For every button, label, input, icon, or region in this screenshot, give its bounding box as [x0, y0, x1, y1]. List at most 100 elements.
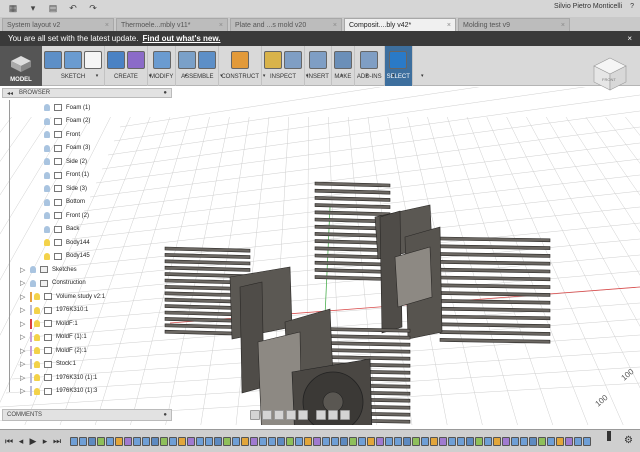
timeline-feature[interactable] — [376, 436, 384, 446]
heatsink-fin[interactable] — [164, 246, 251, 253]
toolbar-group-label[interactable]: ADD-INS — [357, 74, 382, 80]
app-menu-icon[interactable]: ▦ — [6, 2, 20, 16]
collapse-icon[interactable]: ◂◂ — [7, 90, 13, 97]
timeline-feature[interactable] — [466, 436, 474, 446]
browser-body-item[interactable]: Bottom — [44, 197, 85, 208]
visibility-bulb-icon[interactable] — [44, 104, 50, 111]
heatsink-fin[interactable] — [439, 252, 551, 258]
comments-pin-icon[interactable]: ● — [163, 412, 167, 418]
chevron-down-icon[interactable]: ▾ — [96, 73, 99, 79]
timeline-feature[interactable] — [232, 436, 240, 446]
go-to-end-icon[interactable]: ⏭ — [52, 436, 62, 446]
measure-icon[interactable] — [264, 51, 283, 69]
expand-icon[interactable]: ▷ — [20, 387, 28, 395]
timeline-feature[interactable] — [313, 436, 321, 446]
workspace-switcher[interactable]: MODEL — [0, 46, 42, 86]
visibility-bulb-icon[interactable] — [34, 333, 40, 341]
visibility-bulb-icon[interactable] — [30, 266, 36, 273]
heatsink-fin[interactable] — [314, 210, 391, 217]
timeline-feature[interactable] — [133, 436, 141, 446]
close-icon[interactable]: × — [333, 22, 337, 29]
browser-component-item[interactable]: ▷ Stock:1 — [20, 359, 76, 370]
heatsink-fin[interactable] — [314, 268, 391, 274]
toolbar-group-assemble[interactable]: ASSEMBLE ▾ — [176, 46, 223, 86]
timeline-feature[interactable] — [241, 436, 249, 446]
tab-2[interactable]: Plate and ...s mold v20 × — [230, 18, 342, 31]
timeline-feature[interactable] — [151, 436, 159, 446]
timeline-feature[interactable] — [430, 436, 438, 446]
3d-print-icon[interactable] — [333, 51, 352, 69]
browser-body-item[interactable]: Foam (3) — [44, 143, 90, 154]
tab-3[interactable]: Composit....bly v42* × — [344, 18, 456, 31]
sketch-pencil-icon[interactable] — [44, 51, 62, 69]
timeline-feature[interactable] — [349, 436, 357, 446]
chevron-down-icon[interactable]: ▾ — [421, 73, 424, 79]
timeline-feature[interactable] — [97, 436, 105, 446]
visibility-bulb-icon[interactable] — [30, 279, 36, 287]
chevron-down-icon[interactable]: ▾ — [306, 73, 309, 79]
visibility-bulb-icon[interactable] — [44, 117, 50, 125]
close-icon[interactable]: × — [561, 22, 565, 29]
timeline-feature[interactable] — [259, 436, 267, 446]
timeline-feature[interactable] — [169, 436, 177, 446]
tab-4[interactable]: Molding test v9 × — [458, 18, 570, 31]
timeline-feature[interactable] — [124, 436, 132, 446]
comments-panel[interactable]: COMMENTS ● — [2, 409, 172, 421]
expand-icon[interactable]: ▷ — [20, 333, 28, 341]
toolbar-group-select[interactable]: SELECT ▾ — [384, 46, 424, 86]
heatsink-fin[interactable] — [439, 291, 551, 297]
timeline-feature[interactable] — [583, 436, 591, 446]
step-back-icon[interactable]: ◂ — [16, 436, 26, 446]
browser-header[interactable]: ◂◂ BROWSER ● — [2, 88, 172, 98]
timeline-feature[interactable] — [304, 436, 312, 446]
timeline-feature[interactable] — [367, 436, 375, 446]
timeline-feature[interactable] — [79, 436, 87, 446]
visibility-bulb-icon[interactable] — [34, 360, 40, 368]
heatsink-fin[interactable] — [164, 253, 251, 259]
visibility-bulb-icon[interactable] — [44, 158, 50, 165]
chevron-down-icon[interactable]: ▾ — [366, 73, 369, 79]
timeline-feature[interactable] — [421, 436, 429, 446]
timeline-feature[interactable] — [502, 436, 510, 446]
timeline-feature[interactable] — [115, 436, 123, 446]
timeline-feature[interactable] — [322, 436, 330, 446]
timeline-feature[interactable] — [214, 436, 222, 446]
timeline-marker[interactable] — [607, 431, 611, 441]
visibility-bulb-icon[interactable] — [34, 293, 40, 300]
as-built-icon[interactable] — [198, 51, 217, 69]
browser-body-item[interactable]: Front — [44, 129, 80, 140]
redo-icon[interactable]: ↷ — [86, 2, 100, 16]
timeline-feature[interactable] — [574, 436, 582, 446]
zoom-icon[interactable] — [286, 410, 296, 420]
toolbar-group-add-ins[interactable]: ADD-INS ▾ — [355, 46, 395, 86]
toolbar-group-label[interactable]: CONSTRUCT — [221, 74, 259, 80]
timeline-feature[interactable] — [385, 436, 393, 446]
timeline-feature[interactable] — [178, 436, 186, 446]
browser-component-item[interactable]: ▷ MoldF (2):1 — [20, 345, 87, 356]
orbit-icon[interactable] — [250, 410, 260, 420]
expand-icon[interactable]: ▷ — [20, 320, 28, 328]
toolbar-group-modify[interactable]: MODIFY ▾ — [148, 46, 187, 86]
heatsink-fin[interactable] — [439, 322, 551, 328]
visibility-bulb-icon[interactable] — [44, 131, 50, 138]
timeline-feature[interactable] — [70, 436, 78, 446]
browser-body-item[interactable]: Body144 — [44, 237, 90, 248]
toolbar-group-construct[interactable]: CONSTRUCT ▾ — [219, 46, 265, 86]
heatsink-fin[interactable] — [314, 188, 391, 195]
browser-body-item[interactable]: Back — [44, 224, 79, 235]
toolbar-group-insert[interactable]: INSERT ▾ — [305, 46, 343, 86]
toolbar-group-label[interactable]: INSPECT — [270, 74, 296, 80]
insert-mesh-icon[interactable] — [308, 51, 327, 69]
visibility-bulb-icon[interactable] — [44, 239, 50, 246]
undo-icon[interactable]: ↶ — [66, 2, 80, 16]
visibility-bulb-icon[interactable] — [44, 252, 50, 260]
timeline-feature[interactable] — [448, 436, 456, 446]
timeline-feature[interactable] — [475, 436, 483, 446]
browser-body-item[interactable]: Foam (1) — [44, 102, 90, 113]
timeline-feature[interactable] — [196, 436, 204, 446]
heatsink-fin[interactable] — [439, 244, 551, 250]
timeline-feature[interactable] — [412, 436, 420, 446]
heatsink-fin[interactable] — [439, 267, 551, 274]
expand-icon[interactable]: ▷ — [20, 347, 28, 355]
browser-component-item[interactable]: ▷ 1976K310 (1):3 — [20, 386, 97, 397]
